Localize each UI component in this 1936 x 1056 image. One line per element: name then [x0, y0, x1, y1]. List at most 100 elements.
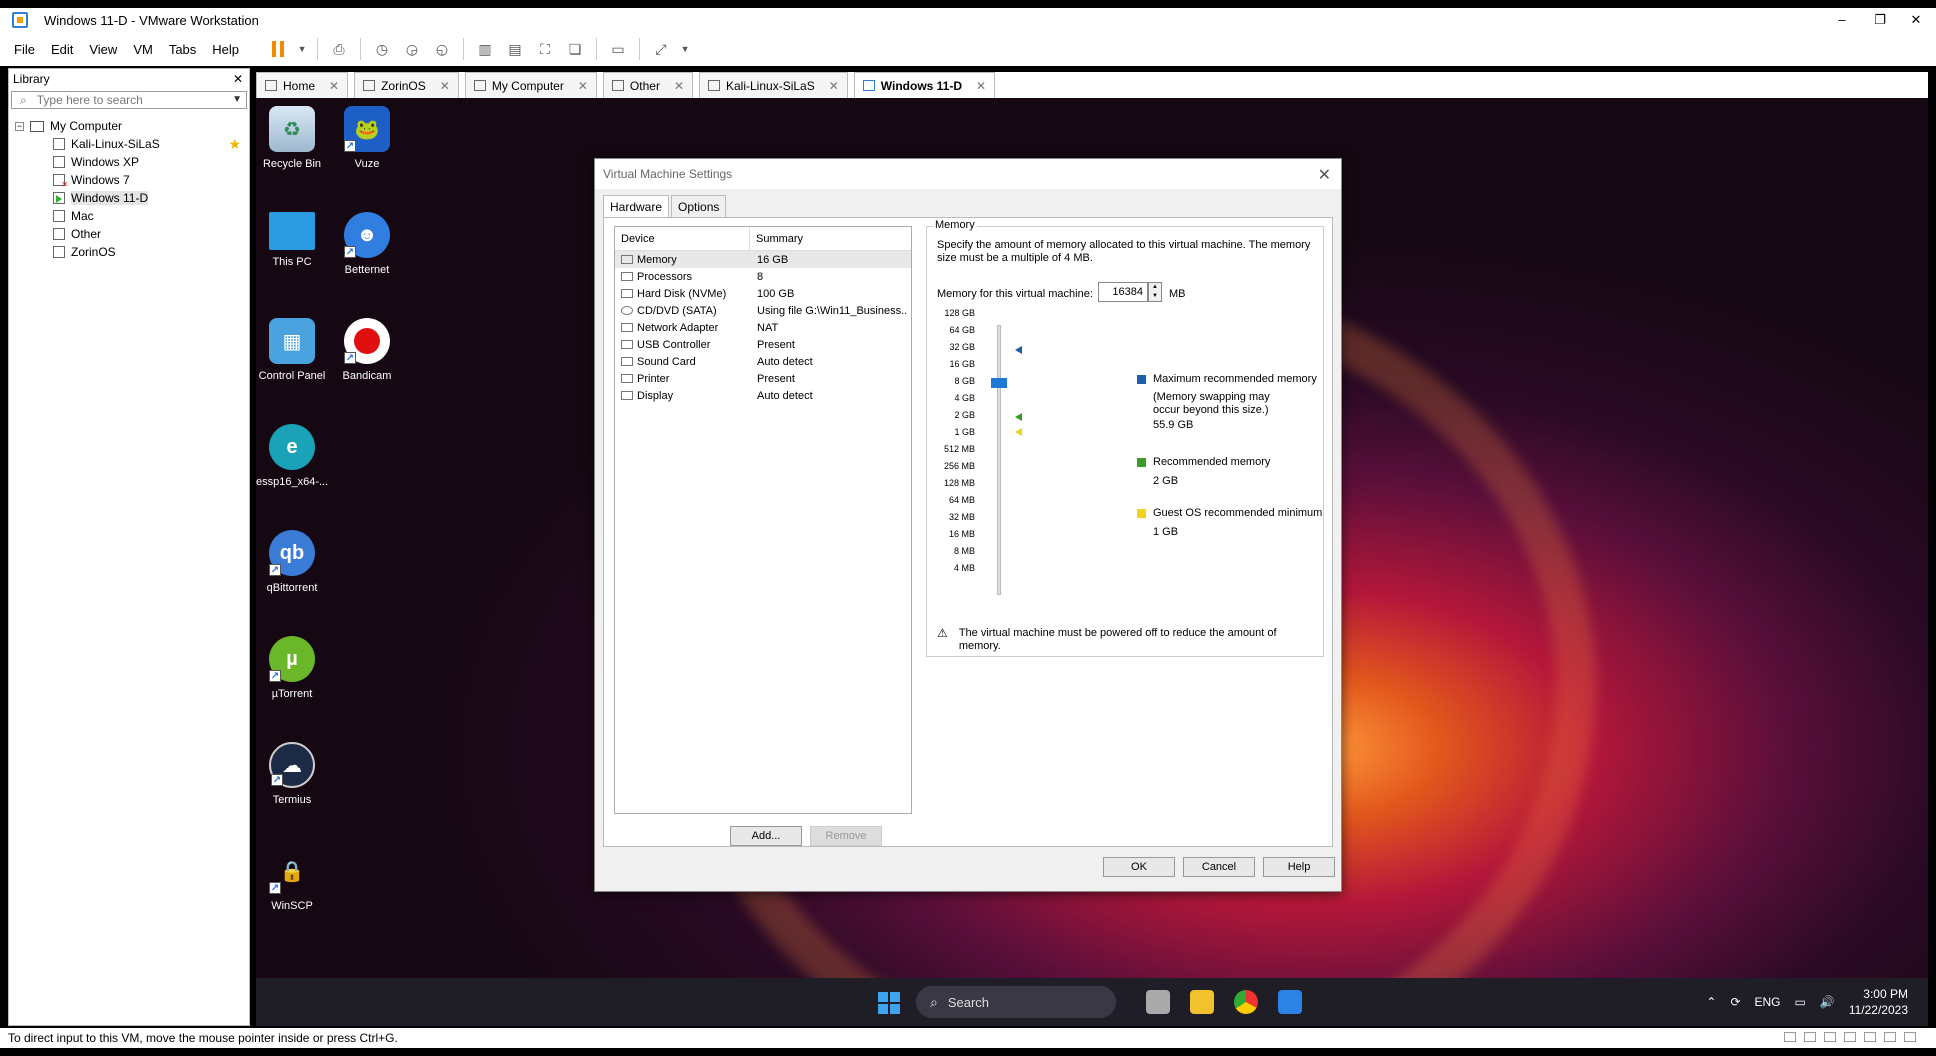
menu-file[interactable]: File — [14, 42, 35, 57]
tab-windows-11-d[interactable]: Windows 11-D ✕ — [853, 72, 996, 98]
desktop-icon-winscp[interactable]: 🔒 ↗ WinSCP — [256, 848, 328, 912]
device-row-sound[interactable]: Sound Card Auto detect — [615, 353, 911, 370]
device-row-network[interactable]: Network Adapter NAT — [615, 319, 911, 336]
close-icon[interactable]: ✕ — [233, 72, 243, 86]
device-row-display[interactable]: Display Auto detect — [615, 387, 911, 404]
menu-edit[interactable]: Edit — [51, 42, 73, 57]
windows-start-icon[interactable] — [878, 992, 900, 1014]
close-window-button[interactable]: ✕ — [1902, 8, 1930, 32]
tree-item-other[interactable]: Other — [15, 225, 249, 243]
tab-kali[interactable]: Kali-Linux-SiLaS ✕ — [699, 72, 848, 98]
file-explorer-icon[interactable] — [1190, 990, 1214, 1014]
thumbnail-bar-icon[interactable]: ▤ — [504, 38, 526, 60]
close-icon[interactable]: ✕ — [578, 79, 588, 93]
desktop-icon-control-panel[interactable]: ▦ Control Panel — [256, 318, 328, 382]
tree-item-win7[interactable]: Windows 7 — [15, 171, 249, 189]
menu-help[interactable]: Help — [212, 42, 239, 57]
taskbar-search[interactable]: ⌕ Search — [916, 986, 1116, 1018]
tab-hardware[interactable]: Hardware — [603, 195, 670, 217]
close-icon[interactable]: ✕ — [674, 79, 684, 93]
snapshot-manager-icon[interactable]: ◵ — [431, 38, 453, 60]
usb-status-icon[interactable] — [1884, 1032, 1896, 1042]
device-row-hard-disk[interactable]: Hard Disk (NVMe) 100 GB — [615, 285, 911, 302]
stretch-guest-icon[interactable]: ⤢ — [650, 38, 672, 60]
desktop-icon-recycle-bin[interactable]: ♻ Recycle Bin — [256, 106, 328, 170]
chevron-down-icon[interactable]: ▼ — [297, 38, 307, 60]
close-icon[interactable]: ✕ — [329, 79, 339, 93]
ok-button[interactable]: OK — [1103, 857, 1175, 877]
full-screen-icon[interactable]: ⛶ — [534, 38, 556, 60]
chevron-up-icon[interactable]: ⌃ — [1706, 995, 1716, 1009]
hard-disk-status-icon[interactable] — [1784, 1032, 1796, 1042]
language-indicator[interactable]: ENG — [1755, 995, 1781, 1009]
store-icon[interactable] — [1278, 990, 1302, 1014]
cancel-button[interactable]: Cancel — [1183, 857, 1255, 877]
desktop-icon-essp[interactable]: e essp16_x64-... — [256, 424, 328, 488]
network-status-icon[interactable] — [1824, 1032, 1836, 1042]
chevron-down-icon[interactable]: ▼ — [232, 94, 242, 105]
device-row-cd-dvd[interactable]: CD/DVD (SATA) Using file G:\Win11_Busine… — [615, 302, 911, 319]
close-icon[interactable]: ✕ — [1318, 165, 1331, 185]
menu-view[interactable]: View — [89, 42, 117, 57]
tab-options[interactable]: Options — [671, 195, 727, 217]
memory-slider-thumb[interactable] — [991, 378, 1007, 388]
add-device-button[interactable]: Add... — [730, 826, 802, 846]
chevron-down-icon[interactable]: ▼ — [680, 38, 690, 60]
pause-icon[interactable] — [267, 38, 289, 60]
unity-icon[interactable]: ❏ — [564, 38, 586, 60]
tab-my-computer[interactable]: My Computer ✕ — [464, 72, 597, 98]
sound-status-icon[interactable] — [1864, 1032, 1876, 1042]
revert-snapshot-icon[interactable]: ◶ — [401, 38, 423, 60]
search-icon: ⌕ — [20, 92, 27, 107]
tree-item-win11[interactable]: Windows 11-D — [15, 189, 249, 207]
close-icon[interactable]: ✕ — [440, 79, 450, 93]
desktop-icon-qbittorrent[interactable]: qb ↗ qBittorrent — [256, 530, 328, 594]
device-row-memory[interactable]: Memory 16 GB — [615, 251, 911, 268]
menu-tabs[interactable]: Tabs — [169, 42, 196, 57]
display-status-icon[interactable] — [1904, 1032, 1916, 1042]
memory-slider-track[interactable] — [997, 325, 1001, 595]
minimize-button[interactable]: – — [1828, 8, 1856, 32]
network-icon[interactable]: ▭ — [1795, 995, 1806, 1009]
tree-item-kali[interactable]: Kali-Linux-SiLaS ★ — [15, 135, 249, 153]
clock[interactable]: 3:00 PM 11/22/2023 — [1849, 986, 1908, 1018]
tab-home[interactable]: Home ✕ — [256, 72, 349, 98]
console-view-icon[interactable]: ▭ — [607, 38, 629, 60]
volume-icon[interactable]: 🔊 — [1820, 995, 1835, 1009]
collapse-icon[interactable]: − — [15, 121, 24, 131]
show-library-icon[interactable]: ▥ — [474, 38, 496, 60]
tree-item-my-computer[interactable]: − My Computer — [15, 117, 249, 135]
tree-item-zorin[interactable]: ZorinOS — [15, 243, 249, 261]
sync-icon[interactable]: ⟳ — [1730, 995, 1740, 1009]
tab-zorinos[interactable]: ZorinOS ✕ — [354, 72, 459, 98]
device-row-usb[interactable]: USB Controller Present — [615, 336, 911, 353]
memory-spinner[interactable]: ▲ ▼ — [1148, 282, 1162, 302]
cd-status-icon[interactable] — [1804, 1032, 1816, 1042]
help-button[interactable]: Help — [1263, 857, 1335, 877]
device-row-printer[interactable]: Printer Present — [615, 370, 911, 387]
column-summary[interactable]: Summary — [750, 227, 803, 250]
printer-status-icon[interactable] — [1844, 1032, 1856, 1042]
desktop-icon-bandicam[interactable]: ↗ Bandicam — [331, 318, 403, 382]
desktop-icon-betternet[interactable]: ☻ ↗ Betternet — [331, 212, 403, 276]
tree-item-mac[interactable]: Mac — [15, 207, 249, 225]
close-icon[interactable]: ✕ — [976, 79, 986, 93]
column-device[interactable]: Device — [615, 227, 750, 250]
chrome-icon[interactable] — [1234, 990, 1258, 1014]
tree-item-winxp[interactable]: Windows XP — [15, 153, 249, 171]
memory-input[interactable]: 16384 — [1098, 282, 1148, 302]
tab-other[interactable]: Other ✕ — [602, 72, 693, 98]
snapshot-icon[interactable]: ◷ — [371, 38, 393, 60]
task-view-icon[interactable] — [1146, 990, 1170, 1014]
desktop-icon-utorrent[interactable]: µ ↗ µTorrent — [256, 636, 328, 700]
device-row-processors[interactable]: Processors 8 — [615, 268, 911, 285]
close-icon[interactable]: ✕ — [829, 79, 839, 93]
desktop-icon-termius[interactable]: ☁ ↗ Termius — [256, 742, 328, 806]
restore-button[interactable]: ❐ — [1866, 8, 1894, 32]
menu-vm[interactable]: VM — [133, 42, 153, 57]
desktop-icon-vuze[interactable]: 🐸 ↗ Vuze — [331, 106, 403, 170]
send-ctrl-alt-del-icon[interactable]: ⎙ — [328, 38, 350, 60]
library-search-input[interactable]: ⌕ Type here to search ▼ — [11, 91, 247, 109]
desktop-icon-this-pc[interactable]: This PC — [256, 212, 328, 268]
remove-device-button[interactable]: Remove — [810, 826, 882, 846]
